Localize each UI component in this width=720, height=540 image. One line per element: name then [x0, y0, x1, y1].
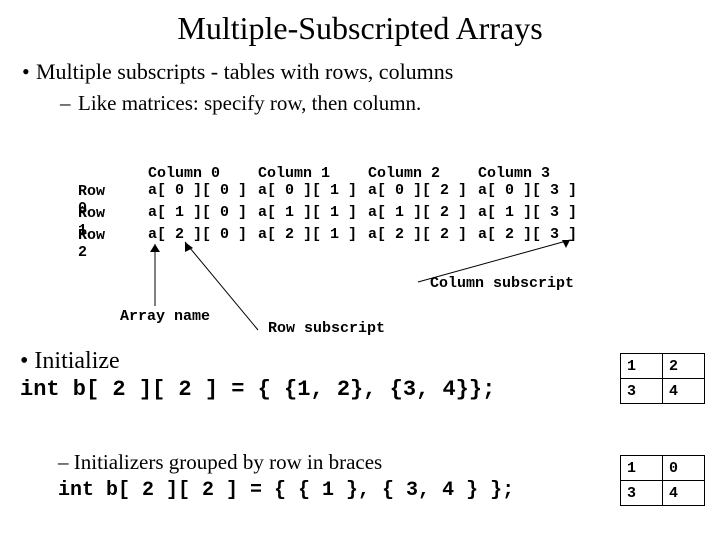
init-result-table: 12 34 — [620, 353, 705, 404]
initialize-heading: Initialize — [34, 348, 119, 374]
cell: 0 — [663, 456, 705, 481]
grouped-result-table: 10 34 — [620, 455, 705, 506]
grouped-section: – Initializers grouped by row in braces … — [58, 450, 514, 502]
cell: 1 — [621, 456, 663, 481]
cell: 3 — [621, 379, 663, 404]
label-row-subscript: Row subscript — [268, 320, 385, 337]
grouped-code: int b[ 2 ][ 2 ] = { { 1 }, { 3, 4 } }; — [58, 479, 514, 502]
cell: 4 — [663, 379, 705, 404]
dash-icon: – — [58, 450, 74, 474]
slide: Multiple-Subscripted Arrays •Multiple su… — [0, 0, 720, 540]
bullet-grouped: – Initializers grouped by row in braces — [58, 450, 514, 475]
cell: 2 — [663, 354, 705, 379]
initialize-section: • Initialize int b[ 2 ][ 2 ] = { {1, 2},… — [20, 348, 495, 402]
label-array-name: Array name — [120, 308, 210, 325]
label-column-subscript: Column subscript — [430, 275, 574, 292]
cell: 4 — [663, 481, 705, 506]
bullet-icon: • — [20, 348, 34, 374]
bullet-initialize: • Initialize — [20, 348, 495, 375]
grouped-text: Initializers grouped by row in braces — [74, 450, 382, 474]
cell: 3 — [621, 481, 663, 506]
initialize-code: int b[ 2 ][ 2 ] = { {1, 2}, {3, 4}}; — [20, 377, 495, 402]
cell: 1 — [621, 354, 663, 379]
